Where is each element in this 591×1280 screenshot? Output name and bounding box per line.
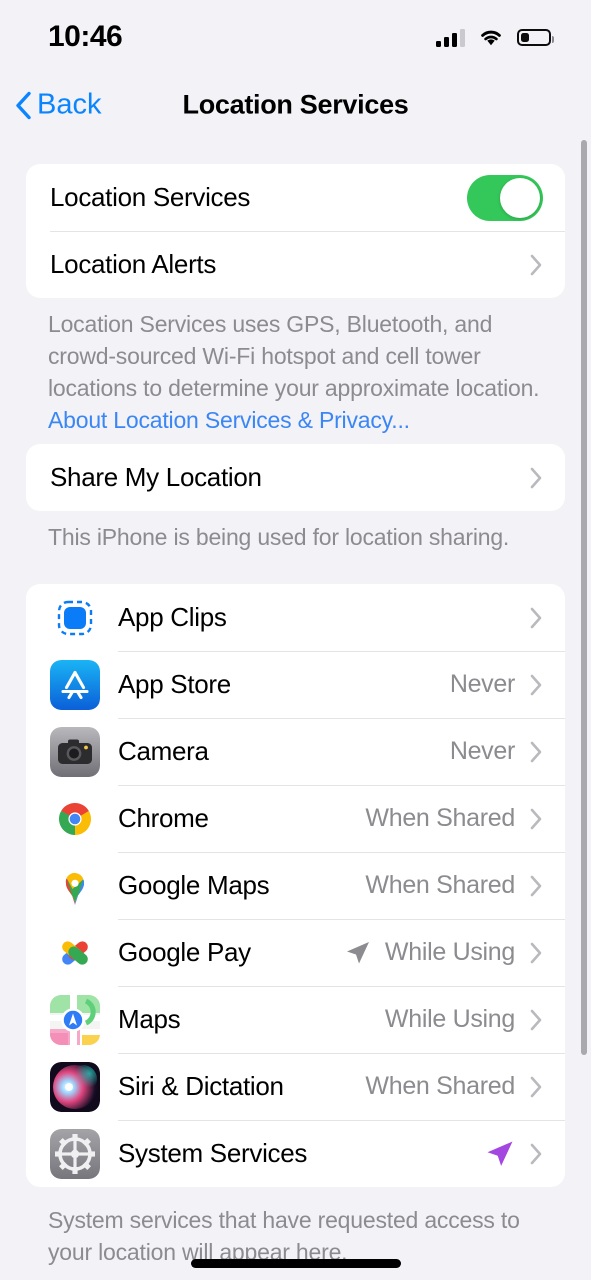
row-label: App Clips: [118, 602, 227, 632]
row-value: Never: [449, 737, 515, 765]
row-label: Location Services: [50, 182, 251, 212]
table-row[interactable]: Google Pay While Using: [26, 919, 565, 986]
chevron-right-icon: [529, 807, 543, 831]
siri-icon: [50, 1061, 100, 1112]
chevron-right-icon: [529, 1142, 543, 1166]
vertical-scrollbar[interactable]: [581, 140, 587, 1055]
location-services-card: Location Services Location Alerts: [26, 164, 565, 298]
chevron-right-icon: [529, 606, 543, 630]
row-location-services[interactable]: Location Services: [26, 164, 565, 231]
row-value: Never: [449, 670, 515, 698]
settings-scroll-view[interactable]: Location Services Location Alerts Locati…: [0, 136, 591, 1265]
chevron-right-icon: [529, 1008, 543, 1032]
app-store-icon: [50, 659, 100, 710]
row-value: When Shared: [365, 804, 515, 832]
navigation-bar: Back Location Services: [0, 74, 591, 136]
row-label: System Services: [118, 1138, 308, 1168]
page-title: Location Services: [182, 89, 409, 120]
app-clips-icon: [50, 592, 100, 643]
status-bar-indicators: [436, 28, 554, 47]
description-text: Location Services uses GPS, Bluetooth, a…: [48, 311, 540, 401]
row-label: Maps: [118, 1004, 181, 1034]
table-row[interactable]: Camera Never: [26, 718, 565, 785]
camera-icon: [50, 726, 100, 777]
share-my-location-card: Share My Location: [26, 444, 565, 511]
row-location-alerts[interactable]: Location Alerts: [26, 231, 565, 298]
phone-screen: 10:46 Back Location Services Location Se…: [0, 0, 591, 1280]
row-label: App Store: [118, 669, 231, 699]
chevron-right-icon: [529, 673, 543, 697]
location-arrow-purple-icon: [483, 1137, 517, 1171]
chrome-icon: [50, 793, 100, 844]
row-label: Siri & Dictation: [118, 1071, 284, 1101]
signal-bars-icon: [436, 28, 465, 47]
chevron-right-icon: [529, 253, 543, 277]
table-row[interactable]: Chrome When Shared: [26, 785, 565, 852]
location-services-toggle[interactable]: [467, 174, 543, 221]
row-label: Location Alerts: [50, 249, 217, 279]
chevron-right-icon: [529, 740, 543, 764]
chevron-right-icon: [529, 941, 543, 965]
wifi-icon: [481, 30, 501, 45]
apple-maps-icon: [50, 994, 100, 1045]
row-label: Chrome: [118, 803, 209, 833]
row-label: Camera: [118, 736, 209, 766]
table-row[interactable]: Maps While Using: [26, 986, 565, 1053]
toggle-knob: [500, 177, 540, 218]
table-row[interactable]: Google Maps When Shared: [26, 852, 565, 919]
chevron-right-icon: [529, 874, 543, 898]
table-row[interactable]: App Clips: [26, 584, 565, 651]
status-bar: 10:46: [0, 0, 591, 74]
home-indicator: [190, 1259, 401, 1268]
row-label: Share My Location: [50, 462, 262, 492]
row-value: When Shared: [365, 1072, 515, 1100]
chevron-right-icon: [529, 1075, 543, 1099]
battery-icon: [517, 28, 554, 46]
google-pay-icon: [50, 927, 100, 978]
about-location-services-privacy-link[interactable]: About Location Services & Privacy...: [48, 407, 410, 433]
chevron-right-icon: [529, 466, 543, 490]
row-label: Google Pay: [118, 937, 251, 967]
row-value: When Shared: [365, 871, 515, 899]
system-services-icon: [50, 1128, 100, 1179]
location-services-description: Location Services uses GPS, Bluetooth, a…: [48, 308, 548, 436]
row-share-my-location[interactable]: Share My Location: [26, 444, 565, 511]
row-label: Google Maps: [118, 870, 270, 900]
table-row[interactable]: App Store Never: [26, 651, 565, 718]
row-value: While Using: [384, 1005, 515, 1033]
share-my-location-description: This iPhone is being used for location s…: [48, 524, 510, 550]
status-bar-clock: 10:46: [48, 20, 123, 53]
location-arrow-gray-icon: [343, 938, 373, 968]
row-value: While Using: [384, 938, 515, 966]
app-permissions-card: App Clips App Store Never Camera Never C…: [26, 584, 565, 1187]
google-maps-icon: [50, 860, 100, 911]
table-row[interactable]: Siri & Dictation When Shared: [26, 1053, 565, 1120]
table-row[interactable]: System Services: [26, 1120, 565, 1187]
